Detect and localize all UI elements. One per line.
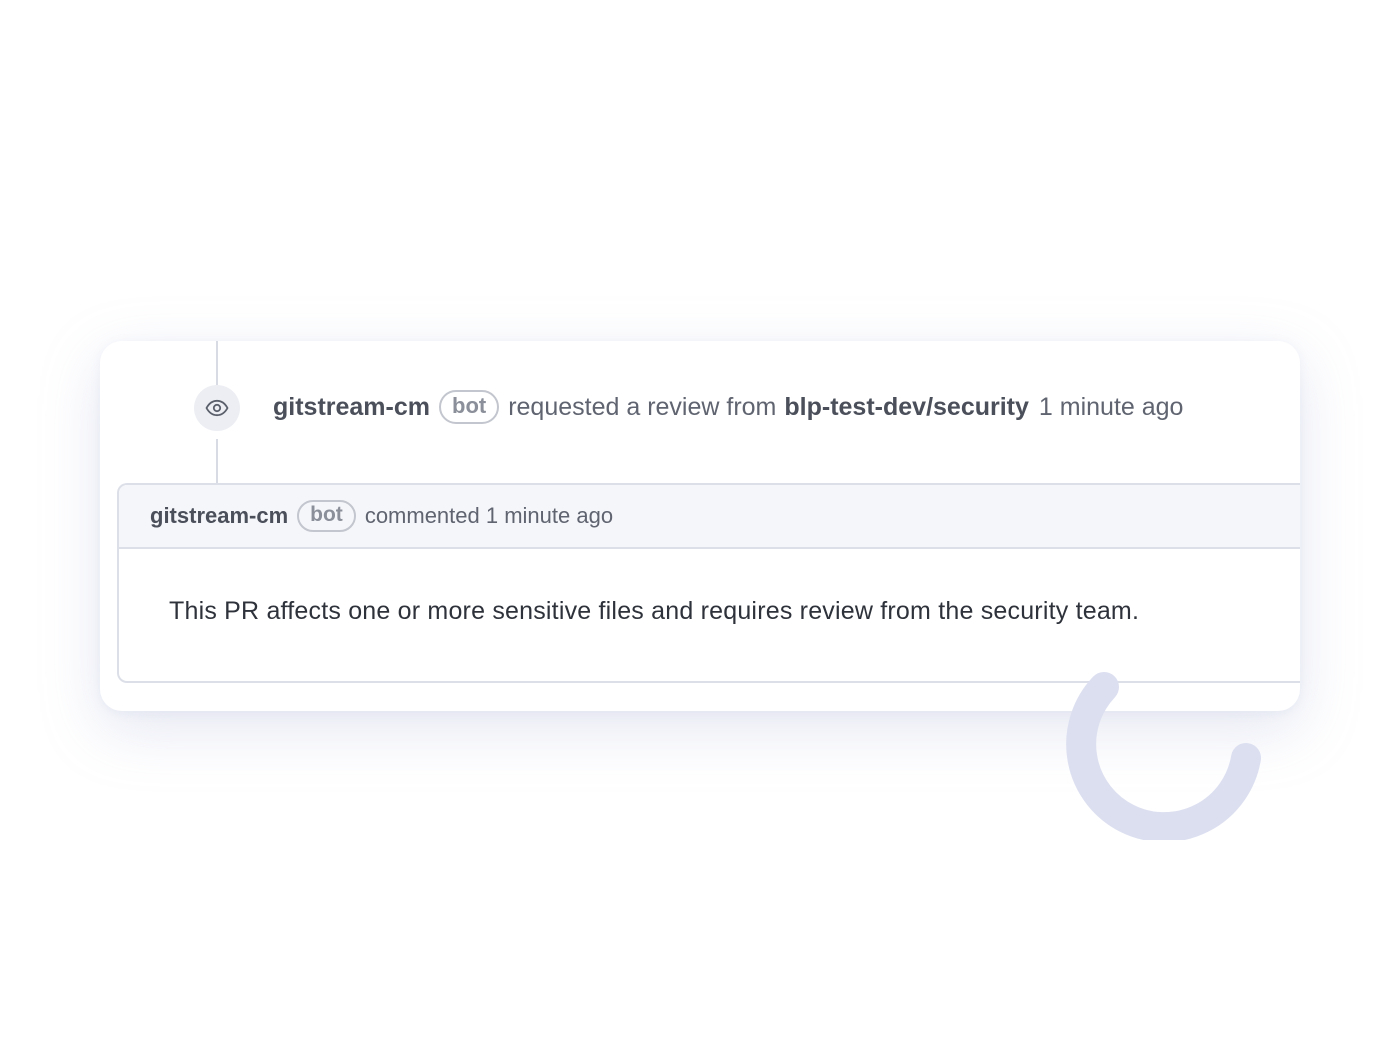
- comment-body: This PR affects one or more sensitive fi…: [169, 597, 1140, 625]
- bot-badge: bot: [297, 499, 356, 533]
- review-request-event-badge: [194, 385, 240, 431]
- eye-icon: [205, 399, 229, 417]
- comment-box: gitstream-cm bot commented 1 minute ago …: [117, 483, 1300, 683]
- event-timestamp[interactable]: 1 minute ago: [1039, 393, 1184, 422]
- review-request-event: gitstream-cm bot requested a review from…: [273, 387, 1183, 427]
- page: gitstream-cm bot requested a review from…: [0, 0, 1400, 1050]
- pr-timeline-card: gitstream-cm bot requested a review from…: [100, 341, 1300, 711]
- event-action-text: requested a review from: [508, 392, 777, 421]
- decorative-arc: [1066, 672, 1261, 840]
- comment-author-link[interactable]: gitstream-cm: [150, 503, 288, 529]
- event-actor-link[interactable]: gitstream-cm: [273, 393, 430, 422]
- timeline-connector-top: [216, 341, 218, 385]
- bot-badge: bot: [439, 390, 500, 424]
- timeline-connector-bottom: [216, 439, 218, 483]
- requested-team-link[interactable]: blp-test-dev/security: [784, 393, 1029, 422]
- comment-meta[interactable]: commented 1 minute ago: [365, 503, 613, 529]
- comment-header: gitstream-cm bot commented 1 minute ago: [119, 485, 1300, 549]
